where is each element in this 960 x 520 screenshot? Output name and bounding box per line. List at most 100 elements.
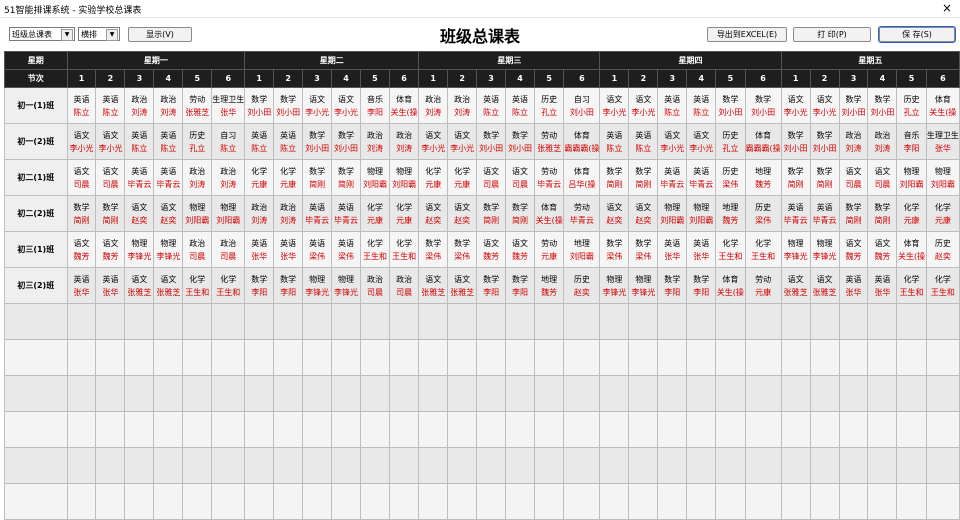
empty-cell[interactable] bbox=[211, 483, 246, 520]
empty-cell[interactable] bbox=[95, 483, 126, 520]
lesson-cell[interactable]: 历史 赵奕 bbox=[563, 267, 601, 304]
lesson-cell[interactable]: 数学 梁伟 bbox=[418, 231, 449, 268]
lesson-cell[interactable]: 语文 张雅芝 bbox=[124, 267, 155, 304]
empty-cell[interactable] bbox=[66, 447, 97, 484]
empty-cell[interactable] bbox=[182, 483, 213, 520]
empty-cell[interactable] bbox=[331, 339, 361, 376]
lesson-cell[interactable]: 数学 李阳 bbox=[505, 267, 535, 304]
lesson-cell[interactable]: 数学 简刚 bbox=[838, 195, 869, 232]
lesson-cell[interactable]: 英语 陈立 bbox=[95, 87, 126, 124]
empty-cell[interactable] bbox=[447, 303, 478, 340]
lesson-cell[interactable]: 语文 张雅芝 bbox=[153, 267, 184, 304]
lesson-cell[interactable]: 英语 陈立 bbox=[628, 123, 659, 160]
lesson-cell[interactable]: 英语 陈立 bbox=[273, 123, 304, 160]
lesson-cell[interactable]: 化学 元康 bbox=[418, 159, 449, 196]
empty-cell[interactable] bbox=[867, 483, 898, 520]
empty-cell[interactable] bbox=[124, 483, 155, 520]
lesson-cell[interactable]: 历史 孔立 bbox=[896, 87, 927, 124]
empty-cell[interactable] bbox=[388, 339, 420, 376]
lesson-cell[interactable]: 英语 毕青云 bbox=[780, 195, 811, 232]
lesson-cell[interactable]: 历史 孔立 bbox=[182, 123, 213, 160]
lesson-cell[interactable]: 地理 魏芳 bbox=[533, 267, 565, 304]
lesson-cell[interactable]: 生理卫生 张华 bbox=[925, 123, 960, 160]
lesson-cell[interactable]: 物理 李锋光 bbox=[809, 231, 840, 268]
empty-cell[interactable] bbox=[66, 411, 97, 448]
empty-cell[interactable] bbox=[447, 447, 478, 484]
lesson-cell[interactable]: 语文 李小光 bbox=[66, 123, 97, 160]
empty-cell[interactable] bbox=[95, 375, 126, 412]
lesson-cell[interactable]: 英语 张华 bbox=[273, 231, 304, 268]
empty-cell[interactable] bbox=[476, 303, 507, 340]
lesson-cell[interactable]: 数学 简刚 bbox=[476, 195, 507, 232]
empty-cell[interactable] bbox=[211, 339, 246, 376]
lesson-cell[interactable]: 政治 刘涛 bbox=[388, 123, 420, 160]
empty-cell[interactable] bbox=[867, 303, 898, 340]
empty-cell[interactable] bbox=[533, 303, 565, 340]
empty-cell[interactable] bbox=[331, 303, 361, 340]
empty-cell[interactable] bbox=[563, 375, 601, 412]
lesson-cell[interactable]: 政治 刘涛 bbox=[418, 87, 449, 124]
empty-cell[interactable] bbox=[657, 447, 688, 484]
empty-cell[interactable] bbox=[505, 411, 535, 448]
lesson-cell[interactable]: 物理 李锋光 bbox=[599, 267, 630, 304]
lesson-cell[interactable]: 语文 李小光 bbox=[331, 87, 361, 124]
empty-cell[interactable] bbox=[686, 339, 717, 376]
empty-cell[interactable] bbox=[896, 483, 927, 520]
empty-cell[interactable] bbox=[66, 303, 97, 340]
empty-cell[interactable] bbox=[418, 339, 449, 376]
empty-cell[interactable] bbox=[95, 303, 126, 340]
lesson-cell[interactable]: 数学 简刚 bbox=[302, 159, 333, 196]
lesson-cell[interactable]: 英语 陈立 bbox=[244, 123, 275, 160]
lesson-cell[interactable]: 数学 梁伟 bbox=[447, 231, 478, 268]
lesson-cell[interactable]: 英语 毕青云 bbox=[331, 195, 361, 232]
lesson-cell[interactable]: 数学 刘小田 bbox=[809, 123, 840, 160]
lesson-cell[interactable]: 历史 梁伟 bbox=[744, 195, 782, 232]
empty-cell[interactable] bbox=[331, 447, 361, 484]
empty-cell[interactable] bbox=[418, 303, 449, 340]
lesson-cell[interactable]: 语文 赵奕 bbox=[628, 195, 659, 232]
lesson-cell[interactable]: 物理 李锋光 bbox=[153, 231, 184, 268]
lesson-cell[interactable]: 数学 刘小田 bbox=[744, 87, 782, 124]
empty-cell[interactable] bbox=[273, 447, 304, 484]
empty-cell[interactable] bbox=[476, 447, 507, 484]
empty-cell[interactable] bbox=[4, 339, 68, 376]
lesson-cell[interactable]: 语文 李小光 bbox=[657, 123, 688, 160]
lesson-cell[interactable]: 劳动 毕青云 bbox=[563, 195, 601, 232]
lesson-cell[interactable]: 数学 简刚 bbox=[331, 159, 361, 196]
empty-cell[interactable] bbox=[153, 483, 184, 520]
lesson-cell[interactable]: 英语 陈立 bbox=[657, 87, 688, 124]
lesson-cell[interactable]: 语文 司晨 bbox=[505, 159, 535, 196]
empty-cell[interactable] bbox=[809, 411, 840, 448]
empty-cell[interactable] bbox=[153, 375, 184, 412]
empty-cell[interactable] bbox=[66, 483, 97, 520]
lesson-cell[interactable]: 语文 魏芳 bbox=[505, 231, 535, 268]
lesson-cell[interactable]: 化学 王生和 bbox=[896, 267, 927, 304]
lesson-cell[interactable]: 政治 刘涛 bbox=[867, 123, 898, 160]
lesson-cell[interactable]: 英语 梁伟 bbox=[302, 231, 333, 268]
empty-cell[interactable] bbox=[533, 411, 565, 448]
empty-cell[interactable] bbox=[925, 483, 960, 520]
lesson-cell[interactable]: 语文 李小光 bbox=[302, 87, 333, 124]
empty-cell[interactable] bbox=[628, 447, 659, 484]
lesson-cell[interactable]: 语文 李小光 bbox=[686, 123, 717, 160]
empty-cell[interactable] bbox=[211, 411, 246, 448]
empty-cell[interactable] bbox=[838, 483, 869, 520]
empty-cell[interactable] bbox=[211, 375, 246, 412]
empty-cell[interactable] bbox=[809, 375, 840, 412]
empty-cell[interactable] bbox=[628, 303, 659, 340]
empty-cell[interactable] bbox=[715, 483, 746, 520]
lesson-cell[interactable]: 数学 刘小田 bbox=[505, 123, 535, 160]
lesson-cell[interactable]: 英语 毕青云 bbox=[302, 195, 333, 232]
empty-cell[interactable] bbox=[447, 411, 478, 448]
lesson-cell[interactable]: 语文 张雅芝 bbox=[447, 267, 478, 304]
empty-cell[interactable] bbox=[896, 411, 927, 448]
empty-cell[interactable] bbox=[563, 411, 601, 448]
empty-cell[interactable] bbox=[686, 303, 717, 340]
chevron-down-icon[interactable]: ▼ bbox=[61, 29, 73, 41]
lesson-cell[interactable]: 数学 刘小田 bbox=[331, 123, 361, 160]
empty-cell[interactable] bbox=[182, 375, 213, 412]
empty-cell[interactable] bbox=[153, 339, 184, 376]
empty-cell[interactable] bbox=[244, 483, 275, 520]
empty-cell[interactable] bbox=[302, 411, 333, 448]
empty-cell[interactable] bbox=[838, 447, 869, 484]
